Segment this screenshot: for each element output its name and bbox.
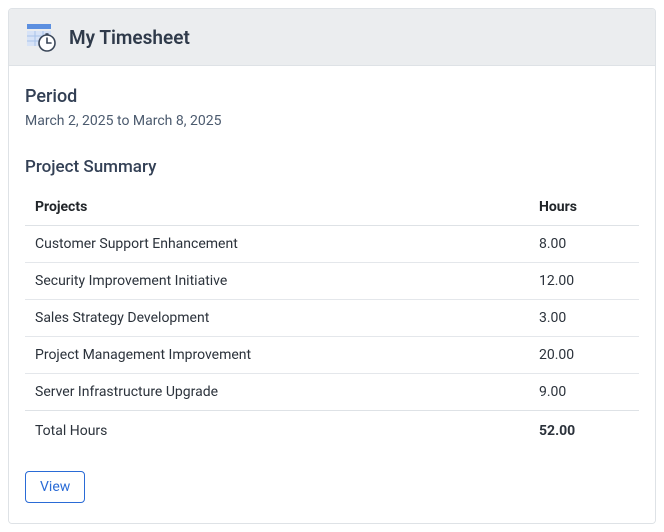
- table-row: Customer Support Enhancement 8.00: [25, 226, 639, 263]
- project-hours: 20.00: [529, 337, 639, 374]
- col-projects: Projects: [25, 189, 529, 226]
- total-label: Total Hours: [25, 411, 529, 450]
- col-hours: Hours: [529, 189, 639, 226]
- project-hours: 12.00: [529, 263, 639, 300]
- period-value: March 2, 2025 to March 8, 2025: [25, 113, 639, 129]
- project-name: Security Improvement Initiative: [25, 263, 529, 300]
- table-row: Security Improvement Initiative 12.00: [25, 263, 639, 300]
- project-hours: 9.00: [529, 374, 639, 411]
- project-hours: 3.00: [529, 300, 639, 337]
- total-row: Total Hours 52.00: [25, 411, 639, 450]
- project-name: Customer Support Enhancement: [25, 226, 529, 263]
- project-name: Project Management Improvement: [25, 337, 529, 374]
- project-name: Server Infrastructure Upgrade: [25, 374, 529, 411]
- project-name: Sales Strategy Development: [25, 300, 529, 337]
- table-row: Sales Strategy Development 3.00: [25, 300, 639, 337]
- period-label: Period: [25, 86, 639, 107]
- total-hours: 52.00: [529, 411, 639, 450]
- timesheet-card: My Timesheet Period March 2, 2025 to Mar…: [8, 8, 656, 524]
- card-title: My Timesheet: [69, 26, 190, 49]
- project-hours: 8.00: [529, 226, 639, 263]
- card-header: My Timesheet: [9, 9, 655, 66]
- view-button[interactable]: View: [25, 471, 85, 503]
- table-row: Server Infrastructure Upgrade 9.00: [25, 374, 639, 411]
- card-body: Period March 2, 2025 to March 8, 2025 Pr…: [9, 66, 655, 523]
- project-summary-table: Projects Hours Customer Support Enhancem…: [25, 189, 639, 449]
- table-row: Project Management Improvement 20.00: [25, 337, 639, 374]
- summary-title: Project Summary: [25, 157, 639, 177]
- timesheet-icon: [25, 21, 57, 53]
